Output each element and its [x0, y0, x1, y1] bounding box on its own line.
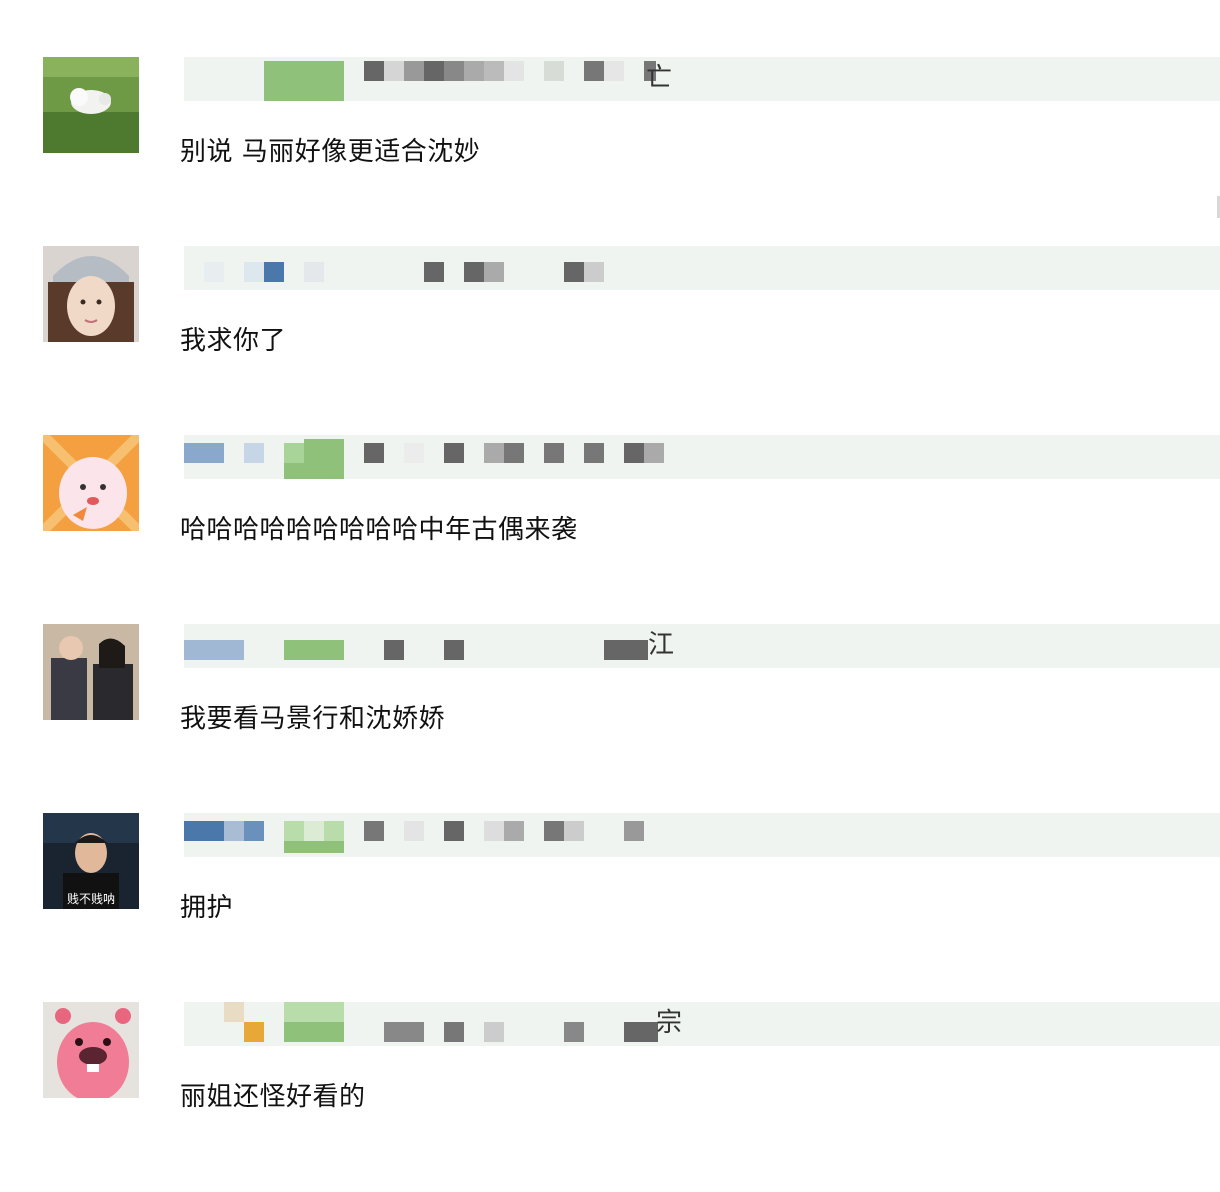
user-avatar[interactable]: [43, 57, 139, 153]
username-redacted[interactable]: 亡: [184, 57, 1220, 101]
comment-text: 拥护: [180, 893, 234, 923]
comment-item: 贱不贱呐 拥护: [0, 813, 1220, 1003]
comment-item: 我求你了: [0, 246, 1220, 436]
user-avatar[interactable]: [43, 246, 139, 342]
username-redacted[interactable]: 江: [184, 624, 1220, 668]
user-avatar[interactable]: [43, 1002, 139, 1098]
comment-item: 宗 丽姐还怪好看的: [0, 1002, 1220, 1192]
comment-text: 我求你了: [180, 326, 287, 356]
comment-item: 亡 别说 马丽好像更适合沈妙: [0, 57, 1220, 247]
username-redacted[interactable]: [184, 246, 1220, 290]
user-avatar[interactable]: [43, 624, 139, 720]
username-tail: 亡: [646, 63, 673, 93]
comment-text: 哈哈哈哈哈哈哈哈哈中年古偶来袭: [180, 515, 578, 545]
comment-item: 江 我要看马景行和沈娇娇: [0, 624, 1220, 814]
username-redacted[interactable]: [184, 813, 1220, 857]
user-avatar[interactable]: [43, 435, 139, 531]
comment-text: 别说 马丽好像更适合沈妙: [180, 137, 481, 167]
user-avatar[interactable]: 贱不贱呐: [43, 813, 139, 909]
comment-text: 丽姐还怪好看的: [180, 1082, 366, 1112]
username-redacted[interactable]: [184, 435, 1220, 479]
username-tail: 江: [648, 630, 675, 660]
username-tail: 宗: [656, 1008, 683, 1038]
avatar-caption: 贱不贱呐: [67, 892, 115, 906]
comment-text: 我要看马景行和沈娇娇: [180, 704, 446, 734]
username-redacted[interactable]: 宗: [184, 1002, 1220, 1046]
comment-item: 哈哈哈哈哈哈哈哈哈中年古偶来袭: [0, 435, 1220, 625]
